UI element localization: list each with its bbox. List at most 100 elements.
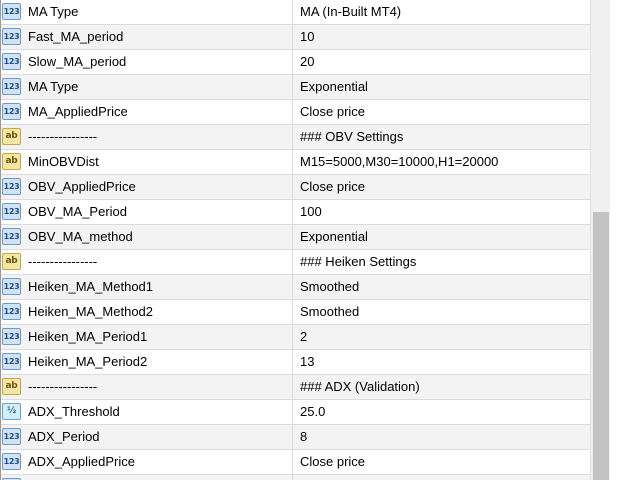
integer-type-icon: 123 [2, 53, 21, 70]
parameter-name: OBV_AppliedPrice [28, 179, 136, 194]
parameter-value[interactable]: Close price [300, 450, 365, 474]
parameter-row[interactable]: ab ---------------- ### OBV Settings [1, 125, 590, 150]
parameter-row[interactable]: 123 Heiken_MA_Period2 13 [1, 350, 590, 375]
parameter-value[interactable]: Close price [300, 175, 365, 199]
parameter-row[interactable]: ab ---------------- ### Heiken Settings [1, 250, 590, 275]
integer-type-icon: 123 [2, 278, 21, 295]
parameter-row[interactable]: 123 ADX_Period 8 [1, 425, 590, 450]
parameter-name-cell: 123 MA_AppliedPrice [1, 100, 293, 124]
parameter-name: Fast_MA_period [28, 29, 124, 44]
parameter-value[interactable]: Smoothed [300, 275, 359, 299]
parameter-name: MA_AppliedPrice [28, 104, 128, 119]
parameter-value[interactable]: Smoothed [300, 300, 359, 324]
parameter-value[interactable]: MA (In-Built MT4) [300, 0, 401, 24]
integer-type-icon: 123 [2, 328, 21, 345]
parameter-name-cell: 123 Heiken_MA_Method1 [1, 275, 293, 299]
parameter-row[interactable]: ab ---------------- ### ADX (Validation) [1, 375, 590, 400]
inputs-grid: 123 MA Type MA (In-Built MT4) 123 Fast_MA_pe… [0, 0, 590, 480]
parameter-row[interactable]: 123 Heiken_MA_Method1 Smoothed [1, 275, 590, 300]
parameter-value[interactable]: Close price [300, 100, 365, 124]
string-type-icon: ab [2, 253, 21, 270]
parameter-name-cell: ab MinOBVDist [1, 150, 293, 174]
parameter-row[interactable]: 123 OBV_AppliedPrice Close price [1, 175, 590, 200]
parameter-value[interactable]: 10 [300, 25, 314, 49]
parameter-name: ADX_Threshold [28, 404, 120, 419]
parameter-value[interactable]: Exponential [300, 75, 368, 99]
parameter-row[interactable]: 123 Slow_MA_period 20 [1, 50, 590, 75]
integer-type-icon: 123 [2, 178, 21, 195]
parameter-value[interactable]: 100 [300, 200, 322, 224]
parameter-name: Heiken_MA_Period2 [28, 354, 148, 369]
vertical-scrollbar[interactable] [590, 0, 610, 480]
parameter-name: ---------------- [28, 379, 98, 394]
parameter-name-cell: 123 [1, 475, 293, 480]
parameter-name: MinOBVDist [28, 154, 99, 169]
parameter-name: OBV_MA_Period [28, 204, 127, 219]
parameter-value[interactable]: ### Heiken Settings [300, 250, 416, 274]
parameter-name: OBV_MA_method [28, 229, 133, 244]
integer-type-icon: 123 [2, 228, 21, 245]
integer-type-icon: 123 [2, 78, 21, 95]
parameter-name-cell: ab ---------------- [1, 250, 293, 274]
parameter-name: MA Type [28, 79, 79, 94]
parameter-row[interactable]: 123 OBV_MA_method Exponential [1, 225, 590, 250]
parameter-name-cell: ab ---------------- [1, 125, 293, 149]
parameter-name: MA Type [28, 4, 79, 19]
parameter-value[interactable]: ### ADX (Validation) [300, 375, 420, 399]
parameter-value[interactable]: 25.0 [300, 400, 325, 424]
parameter-name: Heiken_MA_Method1 [28, 279, 154, 294]
parameter-name-cell: 123 ADX_Period [1, 425, 293, 449]
integer-type-icon: 123 [2, 3, 21, 20]
parameter-name-cell: 123 Heiken_MA_Method2 [1, 300, 293, 324]
double-type-icon: ½ [2, 403, 21, 420]
string-type-icon: ab [2, 378, 21, 395]
integer-type-icon: 123 [2, 453, 21, 470]
parameter-row[interactable]: 123 OBV_MA_Period 100 [1, 200, 590, 225]
parameter-value[interactable]: Exponential [300, 225, 368, 249]
parameter-value[interactable]: 13 [300, 350, 314, 374]
parameter-name: ---------------- [28, 129, 98, 144]
parameter-name-cell: 123 OBV_AppliedPrice [1, 175, 293, 199]
parameter-name-cell: 123 Heiken_MA_Period2 [1, 350, 293, 374]
parameter-row[interactable]: 123 Heiken_MA_Period1 2 [1, 325, 590, 350]
parameter-row[interactable]: ab MinOBVDist M15=5000,M30=10000,H1=20000 [1, 150, 590, 175]
parameter-value[interactable]: M15=5000,M30=10000,H1=20000 [300, 150, 498, 174]
parameter-name-cell: 123 OBV_MA_method [1, 225, 293, 249]
parameter-name: ADX_AppliedPrice [28, 454, 135, 469]
parameter-name-cell: 123 Slow_MA_period [1, 50, 293, 74]
parameter-value[interactable]: 20 [300, 50, 314, 74]
parameter-row[interactable]: 123 MA Type Exponential [1, 75, 590, 100]
parameter-name-cell: 123 OBV_MA_Period [1, 200, 293, 224]
parameter-row[interactable]: 123 MA Type MA (In-Built MT4) [1, 0, 590, 25]
parameter-name: Heiken_MA_Method2 [28, 304, 154, 319]
parameter-name-cell: 123 Heiken_MA_Period1 [1, 325, 293, 349]
parameter-value[interactable]: 2 [300, 325, 307, 349]
parameter-name-cell: ab ---------------- [1, 375, 293, 399]
string-type-icon: ab [2, 153, 21, 170]
integer-type-icon: 123 [2, 303, 21, 320]
integer-type-icon: 123 [2, 353, 21, 370]
string-type-icon: ab [2, 128, 21, 145]
parameter-name-cell: 123 MA Type [1, 0, 293, 24]
parameter-row[interactable]: 123 MA_AppliedPrice Close price [1, 100, 590, 125]
parameter-name: ADX_Period [28, 429, 100, 444]
parameter-row[interactable]: 123 ADX_AppliedPrice Close price [1, 450, 590, 475]
scrollbar-thumb[interactable] [593, 212, 609, 480]
parameter-name-cell: ½ ADX_Threshold [1, 400, 293, 424]
window-background [610, 0, 640, 480]
integer-type-icon: 123 [2, 428, 21, 445]
parameter-name-cell: 123 MA Type [1, 75, 293, 99]
parameter-name: Heiken_MA_Period1 [28, 329, 148, 344]
integer-type-icon: 123 [2, 103, 21, 120]
parameter-value[interactable]: ### OBV Settings [300, 125, 403, 149]
parameter-row[interactable]: ½ ADX_Threshold 25.0 [1, 400, 590, 425]
integer-type-icon: 123 [2, 203, 21, 220]
parameter-row[interactable]: 123 [1, 475, 590, 480]
parameter-name-cell: 123 ADX_AppliedPrice [1, 450, 293, 474]
parameter-value[interactable]: 8 [300, 425, 307, 449]
parameter-row[interactable]: 123 Fast_MA_period 10 [1, 25, 590, 50]
parameter-row[interactable]: 123 Heiken_MA_Method2 Smoothed [1, 300, 590, 325]
integer-type-icon: 123 [2, 28, 21, 45]
parameter-name-cell: 123 Fast_MA_period [1, 25, 293, 49]
parameter-name: Slow_MA_period [28, 54, 127, 69]
